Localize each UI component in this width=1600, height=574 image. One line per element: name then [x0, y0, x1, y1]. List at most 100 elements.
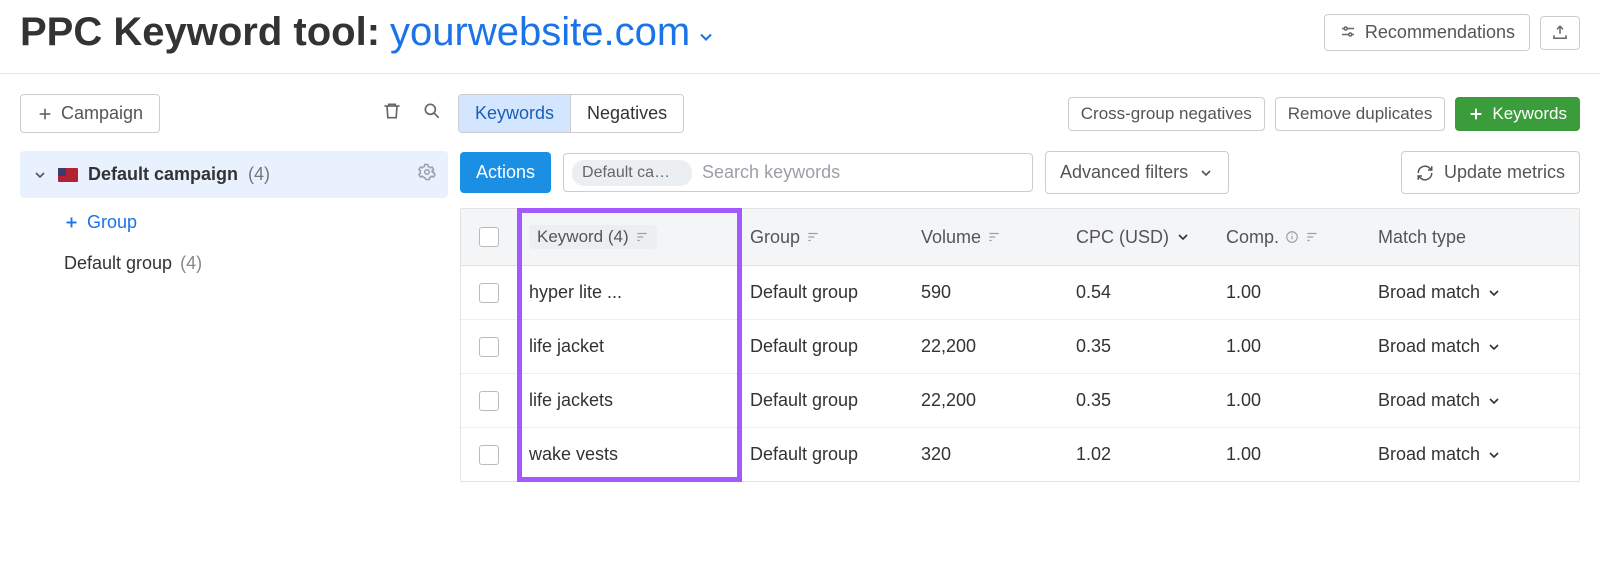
add-group-button[interactable]: Group [64, 212, 448, 233]
group-name: Default group [64, 253, 172, 274]
cell-cpc: 1.02 [1064, 428, 1214, 481]
cell-match-type[interactable]: Broad match [1366, 320, 1579, 373]
column-cpc-label: CPC (USD) [1076, 227, 1169, 248]
tab-negatives[interactable]: Negatives [571, 95, 683, 132]
row-checkbox-cell [461, 374, 517, 427]
chevron-down-icon [1486, 447, 1502, 463]
match-type-text: Broad match [1378, 282, 1480, 303]
column-comp-label: Comp. [1226, 227, 1279, 248]
cell-match-type[interactable]: Broad match [1366, 428, 1579, 481]
sort-icon [987, 230, 1001, 244]
plus-icon [1468, 106, 1484, 122]
column-keyword[interactable]: Keyword (4) [517, 209, 738, 265]
add-keywords-label: Keywords [1492, 104, 1567, 124]
cell-keyword[interactable]: wake vests [517, 428, 738, 481]
recommendations-label: Recommendations [1365, 22, 1515, 43]
campaign-name: Default campaign [88, 164, 238, 185]
cell-volume: 22,200 [909, 374, 1064, 427]
column-match-type[interactable]: Match type [1366, 209, 1579, 265]
cell-cpc: 0.54 [1064, 266, 1214, 319]
cell-group: Default group [738, 374, 909, 427]
filter-chip[interactable]: Default campa [572, 160, 692, 186]
match-type-text: Broad match [1378, 444, 1480, 465]
advanced-filters-label: Advanced filters [1060, 162, 1188, 183]
cell-volume: 590 [909, 266, 1064, 319]
select-all-cell [461, 209, 517, 265]
cell-keyword[interactable]: hyper lite ... [517, 266, 738, 319]
chevron-down-icon [1198, 165, 1214, 181]
sidebar-item-default-campaign[interactable]: Default campaign (4) [20, 151, 448, 198]
chevron-down-icon [32, 167, 48, 183]
cell-match-type[interactable]: Broad match [1366, 266, 1579, 319]
campaign-settings-button[interactable] [418, 163, 436, 186]
column-comp[interactable]: Comp. [1214, 209, 1366, 265]
tab-keywords[interactable]: Keywords [459, 95, 571, 132]
add-group-label: Group [87, 212, 137, 233]
update-metrics-label: Update metrics [1444, 162, 1565, 183]
search-icon [422, 101, 442, 121]
keyword-text: wake vests [529, 444, 618, 465]
trash-icon [382, 101, 402, 121]
search-keywords-input[interactable] [698, 158, 1024, 187]
chevron-down-icon [696, 27, 716, 47]
cell-group: Default group [738, 428, 909, 481]
keywords-negatives-tabs: Keywords Negatives [458, 94, 684, 133]
row-checkbox[interactable] [479, 391, 499, 411]
row-checkbox[interactable] [479, 445, 499, 465]
table-row: hyper lite ...Default group5900.541.00Br… [461, 266, 1579, 320]
export-button[interactable] [1540, 16, 1580, 50]
cell-cpc: 0.35 [1064, 374, 1214, 427]
cell-comp: 1.00 [1214, 266, 1366, 319]
export-icon [1551, 24, 1569, 42]
cell-match-type[interactable]: Broad match [1366, 374, 1579, 427]
update-metrics-button[interactable]: Update metrics [1401, 151, 1580, 194]
search-button[interactable] [416, 95, 448, 132]
sort-icon [1305, 230, 1319, 244]
cell-comp: 1.00 [1214, 374, 1366, 427]
chevron-down-icon [1175, 229, 1191, 245]
column-volume-label: Volume [921, 227, 981, 248]
table-header: Keyword (4) Group Volume CPC (USD) [461, 209, 1579, 266]
actions-button[interactable]: Actions [460, 152, 551, 193]
add-keywords-button[interactable]: Keywords [1455, 97, 1580, 131]
delete-button[interactable] [376, 95, 408, 132]
cell-keyword[interactable]: life jackets [517, 374, 738, 427]
keyword-text: hyper lite ... [529, 282, 622, 303]
table-row: wake vestsDefault group3201.021.00Broad … [461, 428, 1579, 481]
sliders-icon [1339, 24, 1357, 42]
column-cpc[interactable]: CPC (USD) [1064, 209, 1214, 265]
row-checkbox-cell [461, 320, 517, 373]
row-checkbox-cell [461, 266, 517, 319]
sort-icon [635, 230, 649, 244]
info-icon [1285, 230, 1299, 244]
advanced-filters-button[interactable]: Advanced filters [1045, 151, 1229, 194]
campaign-count: (4) [248, 164, 270, 185]
recommendations-button[interactable]: Recommendations [1324, 14, 1530, 51]
sidebar-item-default-group[interactable]: Default group (4) [64, 253, 448, 274]
cell-group: Default group [738, 320, 909, 373]
column-group-label: Group [750, 227, 800, 248]
gear-icon [418, 163, 436, 181]
search-keywords-field[interactable]: Default campa [563, 153, 1033, 192]
cross-group-negatives-button[interactable]: Cross-group negatives [1068, 97, 1265, 131]
match-type-text: Broad match [1378, 390, 1480, 411]
row-checkbox[interactable] [479, 337, 499, 357]
cell-keyword[interactable]: life jacket [517, 320, 738, 373]
cell-cpc: 0.35 [1064, 320, 1214, 373]
plus-icon [37, 106, 53, 122]
chevron-down-icon [1486, 339, 1502, 355]
row-checkbox[interactable] [479, 283, 499, 303]
keyword-text: life jacket [529, 336, 604, 357]
column-group[interactable]: Group [738, 209, 909, 265]
match-type-text: Broad match [1378, 336, 1480, 357]
chevron-down-icon [1486, 285, 1502, 301]
page-title: PPC Keyword tool: [20, 10, 380, 55]
us-flag-icon [58, 168, 78, 182]
column-volume[interactable]: Volume [909, 209, 1064, 265]
keywords-table: Keyword (4) Group Volume CPC (USD) [460, 208, 1580, 482]
domain-selector[interactable]: yourwebsite.com [390, 10, 716, 55]
cell-comp: 1.00 [1214, 428, 1366, 481]
select-all-checkbox[interactable] [479, 227, 499, 247]
add-campaign-button[interactable]: Campaign [20, 94, 160, 133]
remove-duplicates-button[interactable]: Remove duplicates [1275, 97, 1446, 131]
